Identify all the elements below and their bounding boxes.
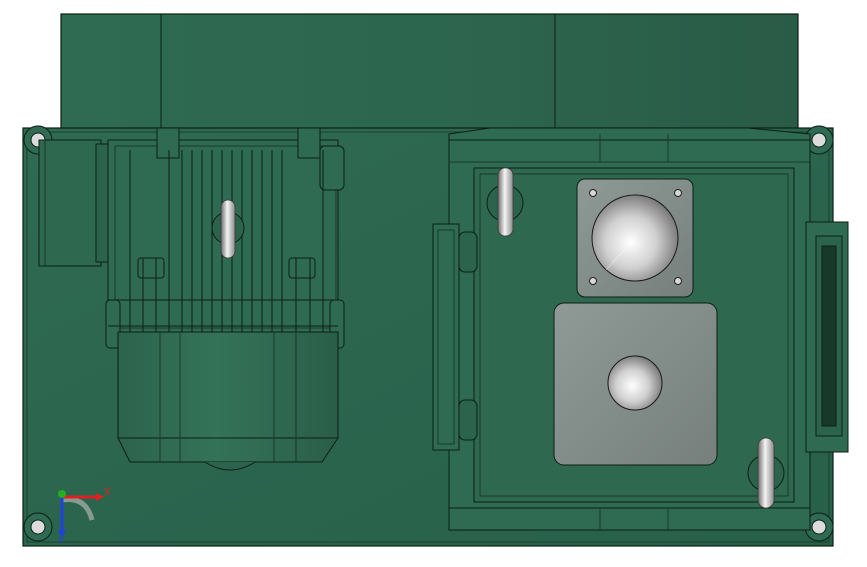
mounting-hole-bl [23, 512, 53, 542]
gearbox[interactable] [432, 127, 849, 531]
terminal-box [38, 139, 109, 267]
triad-y-axis [58, 490, 66, 498]
output-flange-plate [553, 302, 718, 466]
motor-end-cap [117, 331, 339, 471]
gearbox-right-flange [805, 221, 849, 453]
input-flange-plate [576, 178, 694, 298]
triad-y-label: Y [57, 536, 65, 547]
upper-housing [60, 13, 799, 135]
triad-x-label: X [104, 487, 111, 498]
cad-graphics-area[interactable]: X Y [0, 0, 867, 562]
